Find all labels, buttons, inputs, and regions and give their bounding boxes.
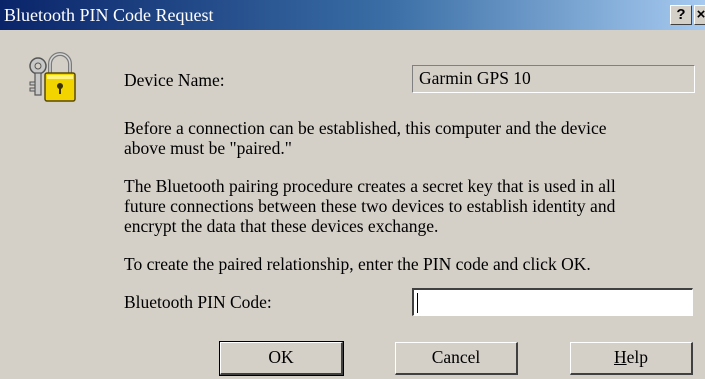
pin-code-label: Bluetooth PIN Code: [124, 292, 272, 312]
title-bar[interactable]: Bluetooth PIN Code Request ? × [0, 0, 705, 30]
paragraph-procedure-line-2: future connections between these two dev… [124, 196, 616, 216]
pin-code-input[interactable] [412, 288, 693, 316]
device-name-label: Device Name: [124, 70, 225, 90]
ok-button[interactable]: OK [219, 341, 344, 376]
paragraph-procedure-line-3: encrypt the data that these devices exch… [124, 216, 439, 236]
titlebar-help-button[interactable]: ? [670, 5, 692, 25]
paragraph-pairing-line-2: above must be "paired." [124, 138, 292, 158]
paragraph-instruction: To create the paired relationship, enter… [124, 254, 591, 274]
key-lock-icon [29, 52, 76, 102]
paragraph-pairing-line-1: Before a connection can be established, … [124, 118, 607, 138]
window-title: Bluetooth PIN Code Request [4, 5, 214, 25]
device-name-field: Garmin GPS 10 [412, 65, 695, 93]
text-caret [417, 293, 418, 313]
cancel-button[interactable]: Cancel [395, 342, 518, 375]
paragraph-procedure-line-1: The Bluetooth pairing procedure creates … [124, 176, 616, 196]
bluetooth-pin-dialog: Bluetooth PIN Code Request ? × Device Na… [0, 0, 705, 379]
help-button[interactable]: Help [570, 342, 693, 375]
close-button[interactable]: × [694, 5, 705, 25]
